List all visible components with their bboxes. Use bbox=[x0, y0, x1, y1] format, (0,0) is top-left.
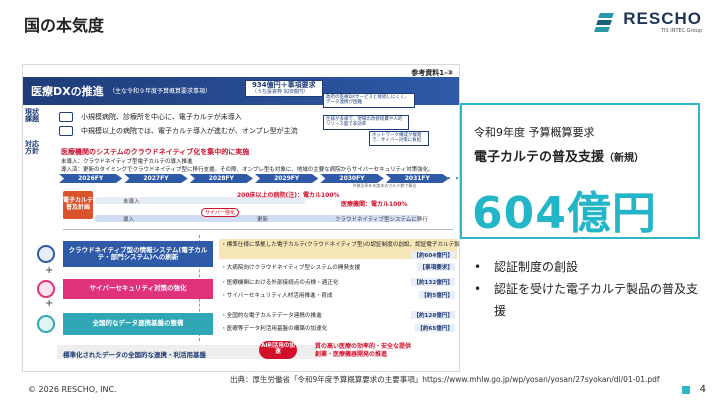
status-row-2: 中規模以上の病院では、電子カルテ導入が進むが、オンプレ型が主流 bbox=[81, 127, 298, 135]
measure-data-platform: 全国的なデータ連携基盤の整備 bbox=[63, 313, 213, 335]
rescho-logo: RESCHO TIS INTEC Group bbox=[594, 9, 702, 34]
red-label-200beds: 200床以上の病院(注)：電カル100% bbox=[237, 192, 340, 199]
policy-head: 医療機関のシステムのクラウドネイティブ化を集中的に実施 bbox=[61, 148, 250, 156]
timeline-year: 2026FY bbox=[59, 174, 123, 183]
page-number-text: 4 bbox=[699, 384, 706, 395]
amount-4: 【約5億円】 bbox=[419, 291, 455, 299]
page-marker-icon bbox=[681, 385, 690, 394]
label-cloud-migration: クラウドネイティブ型システムに移行 bbox=[335, 217, 428, 223]
callout-2: 仕様が多様で、現場の改修経費や人的リソース面で非効率 bbox=[323, 115, 409, 130]
slide-banner-sub: （主な令和９年度予算概算要求事項） bbox=[109, 88, 212, 95]
shield-icon bbox=[37, 280, 55, 298]
slide-banner-title: 医療DXの推進 bbox=[31, 85, 104, 98]
slide-budget: 934億円＋事項要求 （うち投資枠 928億円） bbox=[245, 80, 323, 98]
item-2: ・大病院向けクラウドネイティブ型システムの開発支援 bbox=[221, 265, 361, 271]
item-1: ・標準仕様に準拠した電子カルテ(クラウドネイティブ型)の認証制度の創設、認証電子… bbox=[221, 242, 460, 248]
callout-1: 政府の医療DXサービスと接続しにくく、データ連携が困難 bbox=[323, 93, 415, 108]
red-label-all: 医療機関：電カル100% bbox=[341, 201, 408, 208]
slide-budget-sub: （うち投資枠 928億円） bbox=[252, 88, 309, 95]
bullet-item: 認証を受けた電子カルテ製品の普及支援 bbox=[470, 278, 700, 322]
ai-badge: AI利活用の加速 bbox=[259, 341, 297, 359]
embedded-slide-image: 参考資料1-③ 医療DXの推進 （主な令和９年度予算概算要求事項） 934億円＋… bbox=[22, 64, 460, 372]
panel-subject-tag: （新規） bbox=[604, 153, 645, 164]
panel-subject: 電子カルテの普及支援（新規） bbox=[474, 146, 644, 165]
page-title: 国の本気度 bbox=[24, 16, 105, 35]
measure-security: サイバーセキュリティ対策の強化 bbox=[63, 279, 213, 299]
timeline-year: 2031FY bbox=[385, 174, 449, 183]
timeline-year: 2028FY bbox=[189, 174, 253, 183]
logo-sub: TIS INTEC Group bbox=[660, 28, 702, 34]
diagram-box: 電子カルテ普及計画 bbox=[63, 191, 93, 219]
page-number: 4 bbox=[681, 384, 706, 395]
plus-icon: + bbox=[45, 298, 54, 309]
amount-2: 【事項要求】 bbox=[417, 263, 455, 271]
plus-icon: + bbox=[45, 265, 54, 276]
slide-footer-left: 標準化されたデータの全国的な連携・利活用基盤 bbox=[63, 351, 206, 359]
bullet-item: 認証制度の創設 bbox=[470, 256, 700, 278]
amount-3: 【約132億円】 bbox=[411, 278, 455, 286]
label-update: 更新 bbox=[257, 217, 269, 223]
clinic-icon bbox=[59, 112, 73, 122]
timeline-year: 2027FY bbox=[124, 174, 188, 183]
logo-name: RESCHO bbox=[623, 9, 702, 28]
item-3: ・医療機関における外部接続点の点検・適正化 bbox=[221, 280, 339, 286]
item-5: ・全国的な電子カルテデータ連携の推進 bbox=[221, 313, 322, 319]
label-installed: 導入 bbox=[123, 217, 135, 223]
slide-footer-right: 質の高い医療の効率的・安全な提供 創薬・医療機器開発の推進 bbox=[315, 343, 411, 359]
logo-mark-icon bbox=[594, 11, 617, 33]
network-icon bbox=[37, 315, 55, 333]
item-6: ・医療等データ利活用基盤の構築の加速化 bbox=[221, 326, 328, 332]
copyright: © 2026 RESCHO, INC. bbox=[28, 385, 117, 394]
cloud-icon bbox=[37, 245, 55, 263]
slide-budget-main: 934億円＋事項要求 bbox=[252, 81, 316, 89]
panel-amount: 604億円 bbox=[472, 188, 657, 239]
bullet-list: 認証制度の創設 認証を受けた電子カルテ製品の普及支援 bbox=[470, 256, 700, 322]
amount-1: 【約604億円】 bbox=[411, 251, 455, 259]
panel-label: 令和9年度 予算概算要求 bbox=[474, 126, 595, 139]
policy-tag: 対応方針 bbox=[25, 140, 39, 156]
item-4: ・サイバーセキュリティ人材活用推進・育成 bbox=[221, 293, 333, 299]
separator bbox=[63, 229, 453, 230]
budget-panel: 令和9年度 予算概算要求 電子カルテの普及支援（新規） 604億円 bbox=[460, 103, 700, 239]
callout-3: ネットワーク構成が複雑で、サイバー対策に負担 bbox=[369, 131, 429, 146]
measure-cloud: クラウドネイティブ型の情報システム(電子カルテ・部門システム)への刷新 bbox=[63, 241, 213, 267]
timeline-dots: ・・・ bbox=[445, 174, 459, 183]
policy-line-1: 未導入：クラウドネイティブ型電子カルテの導入推進 bbox=[61, 159, 193, 165]
timeline-year: 2030FY bbox=[320, 174, 384, 183]
amount-5: 【約128億円】 bbox=[411, 311, 455, 319]
cyber-pill: サイバー強化 bbox=[201, 208, 239, 217]
slide-footer-right-1: 質の高い医療の効率的・安全な提供 bbox=[315, 343, 412, 350]
timeline-year: 2029FY bbox=[254, 174, 319, 183]
status-row-1: 小規模病院、診療所を中心に、電子カルテが未導入 bbox=[81, 113, 242, 121]
panel-subject-text: 電子カルテの普及支援 bbox=[474, 150, 605, 165]
policy-line-2: 導入済：更新のタイミングでクラウドネイティブ型に移行支援。その際、オンプレ型も対… bbox=[61, 167, 434, 173]
timeline-note: ※普及率を年度末のカルテ数で算出 bbox=[353, 183, 417, 188]
source-citation: 出典：厚生労働省「令和9年度予算概算要求の主要事項」https://www.mh… bbox=[230, 375, 660, 384]
status-tag: 現状課題 bbox=[25, 108, 39, 124]
timeline: 2026FY 2027FY 2028FY 2029FY 2030FY 2031F… bbox=[59, 174, 449, 183]
slide-footer-right-2: 創薬・医療機器開発の推進 bbox=[315, 350, 388, 358]
amount-6: 【約65億円】 bbox=[415, 324, 455, 332]
label-not-installed: 未導入 bbox=[123, 199, 140, 205]
hospital-icon bbox=[59, 126, 73, 136]
